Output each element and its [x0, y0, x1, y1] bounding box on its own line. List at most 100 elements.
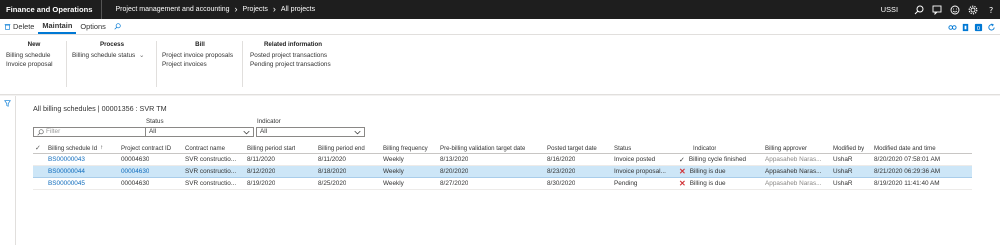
company-picker[interactable]: USSI — [881, 5, 898, 14]
help-icon[interactable]: ? — [982, 0, 1000, 19]
attachment-badge-icon[interactable]: 0 — [973, 22, 983, 32]
status-cell: Invoice posted — [614, 156, 656, 163]
billing-approver-cell: Appasaheb Naras... — [765, 156, 822, 163]
billing-approver-cell: Appasaheb Naras... — [765, 168, 822, 175]
tab-options[interactable]: Options — [76, 19, 109, 34]
column-header-contract-name[interactable]: Contract name — [185, 143, 225, 153]
indicator-cell: ✕ Billing is due — [679, 166, 726, 177]
status-filter-select[interactable]: All — [145, 127, 254, 137]
column-header-project-contract-id[interactable]: Project contract ID — [121, 143, 171, 153]
chevron-down-icon — [243, 130, 250, 135]
select-all-checkbox[interactable]: ✓ — [35, 143, 41, 153]
table-row[interactable]: BS00000043 00004630 SVR constructio... 8… — [33, 154, 972, 166]
delete-button[interactable]: Delete — [0, 19, 38, 34]
funnel-icon[interactable] — [4, 100, 11, 109]
status-filter-label: Status — [146, 118, 164, 125]
office-icon[interactable] — [960, 22, 970, 32]
breadcrumb-item-current[interactable]: All projects — [281, 6, 315, 13]
indicator-filter-select[interactable]: All — [256, 127, 365, 137]
search-icon[interactable] — [910, 0, 928, 19]
billing-schedule-id-link[interactable]: BS00000044 — [48, 166, 85, 177]
billing-schedules-grid: ✓ Billing schedule Id ↑ Project contract… — [33, 143, 972, 190]
billing-period-start-cell: 8/11/2020 — [247, 156, 275, 163]
project-invoice-proposals-button[interactable]: Project invoice proposals — [162, 51, 238, 60]
sort-ascending-icon: ↑ — [100, 145, 104, 151]
link-icon[interactable] — [947, 22, 957, 32]
billing-schedule-button[interactable]: Billing schedule — [6, 51, 62, 60]
check-icon: ✓ — [679, 156, 685, 164]
column-header-modified-date-time[interactable]: Modified date and time — [874, 143, 936, 153]
column-header-billing-period-end[interactable]: Billing period end — [318, 143, 365, 153]
prebilling-date-cell: 8/27/2020 — [440, 180, 469, 187]
contract-name-cell: SVR constructio... — [185, 180, 237, 187]
column-header-billing-frequency[interactable]: Billing frequency — [383, 143, 428, 153]
tab-maintain[interactable]: Maintain — [38, 19, 77, 34]
page-title: All billing schedules | 00001356 : SVR T… — [33, 104, 167, 113]
column-header-modified-by[interactable]: Modified by — [833, 143, 864, 153]
chevron-down-icon: ⌄ — [139, 52, 145, 59]
group-title-bill: Bill — [195, 41, 205, 48]
svg-text:0: 0 — [976, 25, 980, 31]
x-icon: ✕ — [679, 178, 686, 188]
project-contract-id-cell: 00004630 — [121, 156, 150, 163]
indicator-cell: ✕ Billing is due — [679, 178, 726, 189]
chat-icon[interactable] — [928, 0, 946, 19]
column-header-billing-approver[interactable]: Billing approver — [765, 143, 807, 153]
search-icon — [37, 129, 44, 136]
table-row[interactable]: BS00000045 00004630 SVR constructio... 8… — [33, 178, 972, 190]
group-title-new: New — [27, 41, 41, 48]
top-right-tools: USSI ? — [881, 0, 1000, 19]
billing-period-end-cell: 8/25/2020 — [318, 180, 347, 187]
prebilling-date-cell: 8/20/2020 — [440, 168, 469, 175]
ribbon-divider — [66, 41, 67, 87]
search-icon[interactable] — [110, 19, 125, 34]
billing-schedule-status-menu[interactable]: Billing schedule status ⌄ — [72, 51, 152, 60]
breadcrumb-item-projects[interactable]: Projects — [243, 6, 268, 13]
filter-placeholder: Filter — [46, 128, 61, 135]
modified-date-time-cell: 8/19/2020 11:41:40 AM — [874, 180, 940, 187]
billing-schedule-status-label: Billing schedule status — [72, 52, 136, 59]
billing-schedule-id-link[interactable]: BS00000045 — [48, 178, 85, 189]
modified-date-time-cell: 8/20/2020 07:58:01 AM — [874, 156, 941, 163]
indicator-cell: ✓ Billing cycle finished — [679, 154, 746, 165]
gear-icon[interactable] — [964, 0, 982, 19]
group-title-process: Process — [99, 41, 125, 48]
column-header-label: Billing schedule Id — [48, 144, 98, 152]
column-header-billing-period-start[interactable]: Billing period start — [247, 143, 295, 153]
indicator-text: Billing is due — [689, 180, 726, 187]
indicator-filter-value: All — [260, 128, 268, 135]
trash-icon — [4, 24, 11, 30]
modified-by-cell: UshaR — [833, 168, 853, 175]
breadcrumb-item-module[interactable]: Project management and accounting — [116, 6, 230, 13]
ribbon-group-related: Related information Posted project trans… — [250, 41, 336, 69]
table-row[interactable]: BS00000044 00004630 SVR constructio... 8… — [33, 166, 972, 178]
project-contract-id-cell[interactable]: 00004630 — [121, 166, 149, 177]
ribbon-divider — [156, 41, 157, 87]
column-header-indicator[interactable]: Indicator — [693, 143, 716, 153]
ribbon-divider — [242, 41, 243, 87]
column-header-posted-target-date[interactable]: Posted target date — [547, 143, 597, 153]
invoice-proposal-button[interactable]: Invoice proposal — [6, 60, 62, 69]
app-name[interactable]: Finance and Operations — [0, 0, 102, 19]
modified-by-cell: UshaR — [833, 180, 853, 187]
status-cell: Invoice proposal... — [614, 168, 666, 175]
billing-schedule-id-link[interactable]: BS00000043 — [48, 154, 85, 165]
refresh-icon[interactable] — [986, 22, 996, 32]
project-invoices-button[interactable]: Project invoices — [162, 60, 238, 69]
column-header-prebilling-validation-date[interactable]: Pre-billing validation target date — [440, 143, 525, 153]
posted-target-date-cell: 8/23/2020 — [547, 168, 576, 175]
smiley-icon[interactable] — [946, 0, 964, 19]
breadcrumb: Project management and accounting › Proj… — [102, 5, 316, 14]
modified-date-time-cell: 8/21/2020 06:29:36 AM — [874, 168, 941, 175]
action-ribbon: New Billing schedule Invoice proposal Pr… — [0, 35, 1000, 95]
posted-project-transactions-button[interactable]: Posted project transactions — [250, 51, 336, 60]
column-header-status[interactable]: Status — [614, 143, 631, 153]
billing-frequency-cell: Weekly — [383, 180, 404, 187]
billing-period-end-cell: 8/11/2020 — [318, 156, 346, 163]
top-nav-bar: Finance and Operations Project managemen… — [0, 0, 1000, 19]
billing-approver-cell: Appasaheb Naras... — [765, 180, 822, 187]
column-header-billing-schedule-id[interactable]: Billing schedule Id ↑ — [48, 143, 103, 153]
pending-project-transactions-button[interactable]: Pending project transactions — [250, 60, 336, 69]
status-filter-value: All — [149, 128, 157, 135]
project-contract-id-cell: 00004630 — [121, 180, 150, 187]
